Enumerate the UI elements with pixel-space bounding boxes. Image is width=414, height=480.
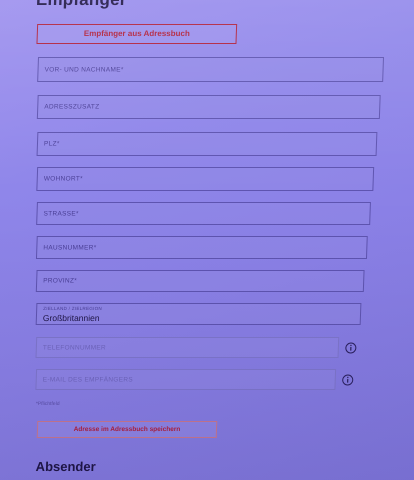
shipping-form-page: Empfänger Empfänger aus Adressbuch VOR- … [0, 0, 414, 480]
province-label: PROVINZ* [43, 277, 78, 285]
postal-code-field[interactable]: PLZ* [36, 132, 378, 156]
phone-info-icon[interactable] [345, 342, 357, 354]
recipient-from-address-book-button[interactable]: Empfänger aus Adressbuch [36, 24, 238, 44]
address-supplement-field[interactable]: ADRESSZUSATZ [36, 95, 381, 119]
city-field[interactable]: WOHNORT* [36, 167, 375, 191]
province-field[interactable]: PROVINZ* [35, 270, 365, 292]
email-info-icon[interactable] [342, 374, 354, 386]
address-supplement-label: ADRESSZUSATZ [44, 103, 100, 111]
email-label: E-MAIL DES EMPFÄNGERS [42, 376, 134, 383]
sender-heading: Absender [35, 459, 96, 474]
house-number-label: HAUSNUMMER* [43, 244, 97, 251]
save-to-address-book-button[interactable]: Adresse im Adressbuch speichern [36, 421, 218, 438]
full-name-field[interactable]: VOR- UND NACHNAME* [37, 57, 385, 82]
phone-field[interactable]: TELEFONNUMMER [35, 337, 340, 358]
country-value: Großbritannien [42, 313, 100, 323]
phone-label: TELEFONNUMMER [42, 344, 107, 351]
postal-code-label: PLZ* [43, 140, 60, 148]
country-select[interactable]: ZIELLAND / ZIELREGION Großbritannien [35, 303, 362, 325]
street-field[interactable]: STRASSE* [36, 202, 371, 225]
street-label: STRASSE* [43, 210, 79, 217]
house-number-field[interactable]: HAUSNUMMER* [35, 236, 368, 259]
city-label: WOHNORT* [43, 175, 83, 183]
country-label: ZIELLAND / ZIELREGION [43, 306, 103, 311]
required-field-hint: *Pflichtfeld [35, 401, 60, 407]
email-field[interactable]: E-MAIL DES EMPFÄNGERS [35, 369, 337, 390]
full-name-label: VOR- UND NACHNAME* [44, 66, 124, 73]
recipient-heading: Empfänger [36, 0, 127, 10]
